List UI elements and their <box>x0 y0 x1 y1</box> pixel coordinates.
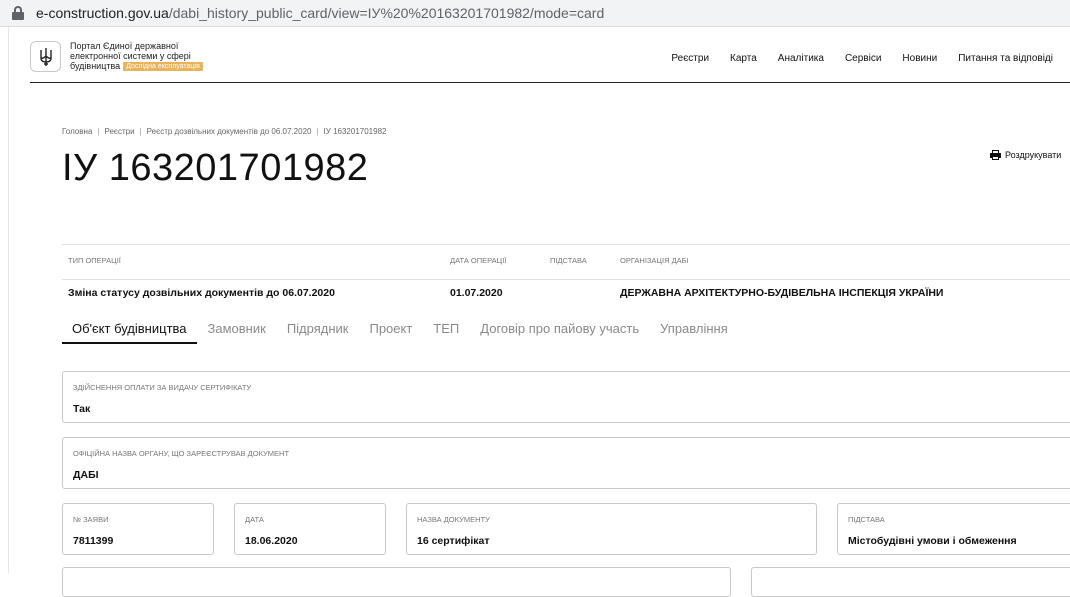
field-label: Офіційна назва органу, що зареєстрував д… <box>73 449 290 458</box>
field-next-left <box>62 567 731 597</box>
operation-table-header: Тип операції Дата операції Підстава Орга… <box>62 245 1070 280</box>
tab-contractor[interactable]: Підрядник <box>277 315 359 344</box>
breadcrumb-registries[interactable]: Реєстри <box>104 127 134 136</box>
tab-tep[interactable]: ТЕП <box>423 315 469 344</box>
field-basis: Підстава Містобудівні умови і обмеження <box>837 503 1070 555</box>
tab-management[interactable]: Управління <box>650 315 738 344</box>
beta-badge: Дослідна експлуатація <box>123 62 203 71</box>
field-label: Назва документу <box>417 515 490 524</box>
field-value: 7811399 <box>73 535 114 547</box>
browser-address-bar[interactable]: e-construction.gov.ua/dabi_history_publi… <box>0 0 1070 27</box>
page-content: Портал Єдиної державної електронної сист… <box>0 27 1070 597</box>
operation-org-value: ДЕРЖАВНА АРХІТЕКТУРНО-БУДІВЕЛЬНА ІНСПЕКЦ… <box>620 287 944 299</box>
tab-project[interactable]: Проект <box>359 315 422 344</box>
col-operation-date: Дата операції <box>450 256 507 265</box>
breadcrumb-registry[interactable]: Реєстр дозвільних документів до 06.07.20… <box>147 127 312 136</box>
url-host: e-construction.gov.ua <box>36 5 169 21</box>
field-label: Здійснення оплати за видачу сертифікату <box>73 383 252 392</box>
nav-faq[interactable]: Питання та відповіді <box>958 53 1053 64</box>
field-certificate-payment: Здійснення оплати за видачу сертифікату … <box>62 371 1070 423</box>
portal-title-line3: будівництва <box>70 61 121 71</box>
nav-analytics[interactable]: Аналітика <box>778 53 824 64</box>
lock-icon[interactable] <box>12 6 24 20</box>
field-next-right <box>751 567 1070 597</box>
url-text[interactable]: e-construction.gov.ua/dabi_history_publi… <box>36 5 604 21</box>
print-label: Роздрукувати <box>1005 150 1062 160</box>
field-label: Підстава <box>848 515 885 524</box>
tab-construction-object[interactable]: Об'єкт будівництва <box>62 315 197 344</box>
tab-customer[interactable]: Замовник <box>198 315 276 344</box>
nav-news[interactable]: Новини <box>902 53 937 64</box>
col-dabi-org: Організація ДАБІ <box>620 256 689 265</box>
tab-share-agreement[interactable]: Договір про пайову участь <box>470 315 649 344</box>
operation-type-value: Зміна статусу дозвільних документів до 0… <box>68 287 335 299</box>
nav-registries[interactable]: Реєстри <box>671 53 709 64</box>
breadcrumb-home[interactable]: Головна <box>62 127 92 136</box>
field-label: № заяви <box>73 515 109 524</box>
breadcrumb: Головна | Реєстри | Реєстр дозвільних докуме… <box>62 127 387 136</box>
field-value: Містобудівні умови і обмеження <box>848 535 1017 547</box>
field-value: 18.06.2020 <box>245 535 298 547</box>
breadcrumb-current: ІУ 163201701982 <box>323 127 387 136</box>
field-value: 16 сертифікат <box>417 535 490 547</box>
trident-logo-icon[interactable] <box>30 41 61 72</box>
field-label: Дата <box>245 515 264 524</box>
field-application-number: № заяви 7811399 <box>62 503 214 555</box>
operation-table: Тип операції Дата операції Підстава Орга… <box>62 244 1070 304</box>
main-nav: Реєстри Карта Аналітика Сервіси Новини П… <box>671 53 1053 64</box>
field-value: Так <box>73 403 91 415</box>
field-value: ДАБІ <box>73 469 99 481</box>
printer-icon <box>990 150 1001 160</box>
portal-title-line2: електронної системи у сфері <box>70 51 191 61</box>
field-registering-authority: Офіційна назва органу, що зареєстрував д… <box>62 437 1070 489</box>
col-basis: Підстава <box>550 256 587 265</box>
page-title: ІУ 163201701982 <box>62 147 369 189</box>
page-left-border <box>8 27 9 573</box>
print-button[interactable]: Роздрукувати <box>990 150 1061 160</box>
field-document-name: Назва документу 16 сертифікат <box>406 503 817 555</box>
url-path: /dabi_history_public_card/view=ІУ%20%201… <box>168 5 605 21</box>
site-header: Портал Єдиної державної електронної сист… <box>30 27 1070 83</box>
field-date: Дата 18.06.2020 <box>234 503 386 555</box>
nav-services[interactable]: Сервіси <box>845 53 881 64</box>
section-tabs: Об'єкт будівництва Замовник Підрядник Пр… <box>62 315 739 344</box>
operation-date-value: 01.07.2020 <box>450 287 503 299</box>
col-operation-type: Тип операції <box>68 256 121 265</box>
portal-title-line1: Портал Єдиної державної <box>70 41 179 51</box>
nav-map[interactable]: Карта <box>730 53 757 64</box>
portal-title[interactable]: Портал Єдиної державної електронної сист… <box>70 41 240 71</box>
